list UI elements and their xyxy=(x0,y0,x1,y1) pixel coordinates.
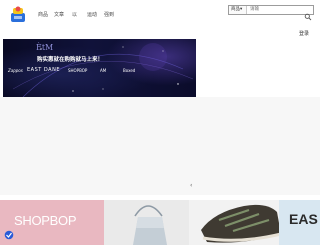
partner-zappos: Zappos xyxy=(8,68,23,73)
banner-tagline: 购实惠就在购购就马上来！ xyxy=(37,57,104,63)
content-area xyxy=(0,97,320,195)
tile-shopbop-label: SHOPBOP xyxy=(14,213,77,228)
nav-item-products[interactable]: 商品 xyxy=(38,12,48,18)
banner-brand: ÈtM xyxy=(36,43,54,52)
carousel-prev-arrow[interactable]: ‹ xyxy=(190,182,192,189)
nav-item-3[interactable]: 以 xyxy=(72,12,77,18)
logo-icon[interactable] xyxy=(10,5,28,23)
search-box: 商品▾ xyxy=(228,5,314,21)
tile-east-dane-label: EAS xyxy=(289,211,318,227)
search-input[interactable] xyxy=(249,6,303,14)
partner-am: AM xyxy=(100,68,107,73)
partner-east-dane: EAST DANE xyxy=(27,67,60,73)
nav-item-5[interactable]: 强到 xyxy=(104,12,114,18)
search-icon[interactable] xyxy=(304,6,312,21)
brand-tiles: SHOPBOP EAS xyxy=(0,200,320,245)
login-link[interactable]: 登录 xyxy=(299,30,309,37)
partner-shopbop: SHOPBOP xyxy=(68,68,88,73)
search-scope-dropdown[interactable]: 商品▾ xyxy=(229,6,247,14)
shopbop-logo-icon xyxy=(4,230,14,240)
handbag-image xyxy=(133,205,167,245)
tile-handbag[interactable] xyxy=(104,200,189,245)
tile-shopbop[interactable]: SHOPBOP xyxy=(0,200,104,245)
nav-item-sports[interactable]: 运动 xyxy=(87,12,97,18)
nav-item-articles[interactable]: 文章 xyxy=(54,12,64,18)
top-header: 商品 文章 以 运动 强到 商品▾ xyxy=(0,0,320,28)
promo-banner[interactable]: ÈtM 购实惠就在购购就马上来！ Zappos EAST DANE SHOPBO… xyxy=(3,39,196,98)
tile-shoe[interactable]: EAS xyxy=(189,200,320,245)
partner-boxed: Boxed xyxy=(123,68,136,73)
